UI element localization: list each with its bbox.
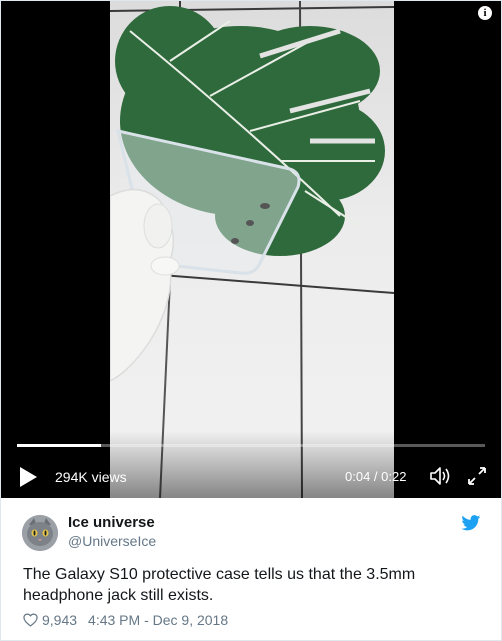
video-controls-bar: 294K views 0:04 / 0:22 (1, 431, 501, 498)
twitter-bird-icon[interactable] (461, 515, 481, 531)
author-name[interactable]: Ice universe (68, 514, 155, 531)
play-icon[interactable] (18, 466, 38, 488)
author-handle[interactable]: @UniverseIce (68, 533, 156, 549)
tweet-text: The Galaxy S10 protective case tells us … (23, 566, 416, 604)
info-icon[interactable]: i (478, 6, 492, 20)
video-player[interactable]: i 294K views 0:04 / 0:22 (1, 1, 501, 498)
video-progress-fill (17, 444, 102, 447)
heart-icon[interactable] (23, 613, 38, 627)
video-frame[interactable] (110, 1, 394, 498)
tweet-timestamp[interactable]: 4:43 PM - Dec 9, 2018 (88, 612, 228, 628)
tweet-meta: 9,943 4:43 PM - Dec 9, 2018 (23, 612, 228, 628)
view-count: 294K views (55, 469, 127, 485)
avatar[interactable] (22, 515, 58, 551)
video-progress-bar[interactable] (17, 444, 485, 447)
time-display: 0:04 / 0:22 (345, 469, 407, 484)
volume-icon[interactable] (429, 466, 451, 486)
like-count[interactable]: 9,943 (42, 612, 77, 628)
embedded-tweet-card: i 294K views 0:04 / 0:22 Ice universe @U… (0, 0, 502, 641)
fullscreen-icon[interactable] (467, 466, 487, 486)
video-still-image (110, 1, 394, 498)
avatar-cat-image (22, 515, 58, 551)
